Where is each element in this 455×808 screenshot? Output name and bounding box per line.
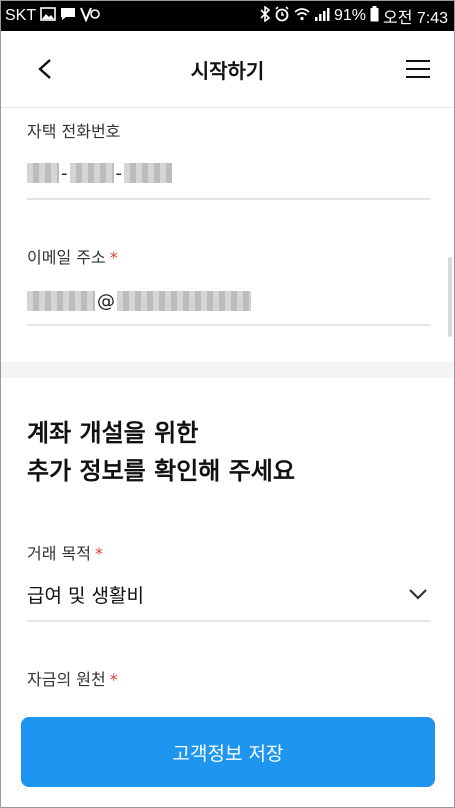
email-label: 이메일 주소 * — [27, 244, 118, 268]
masked-text — [69, 163, 114, 183]
purpose-label: 거래 목적 * — [27, 540, 103, 564]
purpose-underline — [27, 620, 431, 622]
app-header: 시작하기 — [1, 31, 454, 108]
masked-text — [124, 163, 172, 183]
required-mark: * — [109, 670, 118, 689]
phone-separator: - — [115, 162, 123, 184]
carrier-label: SKT — [5, 7, 37, 24]
email-label-text: 이메일 주소 — [27, 248, 106, 267]
required-mark: * — [109, 248, 118, 267]
save-customer-info-button[interactable]: 고객정보 저장 — [21, 717, 435, 787]
email-at-sign: @ — [97, 290, 115, 312]
hamburger-icon-line — [406, 76, 430, 78]
message-icon — [60, 7, 76, 25]
section-divider — [1, 362, 454, 378]
phone-separator: - — [61, 162, 68, 184]
masked-text — [117, 291, 251, 311]
funds-source-label: 자금의 원천 * — [27, 666, 118, 690]
masked-text — [27, 163, 59, 183]
screen: SKT 91% 오전 7:43 시작하기 자택 전화번호 - - 이메일 주소 … — [0, 0, 455, 808]
chevron-down-icon — [409, 589, 427, 600]
battery-icon — [370, 6, 379, 26]
status-bar: SKT 91% 오전 7:43 — [1, 1, 454, 31]
bluetooth-icon — [260, 5, 271, 26]
home-phone-label: 자택 전화번호 — [27, 122, 121, 141]
masked-text — [27, 291, 95, 311]
volte-icon — [80, 6, 100, 26]
purpose-select[interactable]: 급여 및 생활비 — [27, 581, 144, 608]
section-heading-line2: 추가 정보를 확인해 주세요 — [27, 457, 295, 485]
form-content: 자택 전화번호 - - 이메일 주소 * @ 계좌 개설을 위한 추가 정보를 확… — [1, 108, 454, 708]
scrollbar[interactable] — [448, 257, 452, 337]
section-heading: 계좌 개설을 위한 추가 정보를 확인해 주세요 — [27, 414, 295, 490]
email-field[interactable]: @ — [27, 290, 251, 312]
page-title: 시작하기 — [190, 59, 265, 83]
clock: 오전 7:43 — [382, 10, 448, 27]
home-phone-field[interactable]: - - — [27, 162, 172, 184]
required-mark: * — [94, 544, 103, 563]
menu-button[interactable] — [394, 53, 430, 85]
battery-percent: 91% — [333, 7, 366, 24]
signal-icon — [314, 7, 330, 25]
home-phone-underline — [27, 198, 431, 200]
purpose-label-text: 거래 목적 — [27, 544, 91, 563]
hamburger-icon — [406, 60, 430, 62]
hamburger-icon-line — [406, 68, 430, 70]
funds-source-label-text: 자금의 원천 — [27, 670, 106, 689]
wifi-icon — [294, 7, 310, 25]
section-heading-line1: 계좌 개설을 위한 — [27, 419, 199, 447]
image-icon — [40, 7, 56, 25]
email-underline — [27, 324, 431, 326]
alarm-icon — [274, 6, 290, 26]
purpose-dropdown-toggle[interactable] — [408, 586, 428, 605]
